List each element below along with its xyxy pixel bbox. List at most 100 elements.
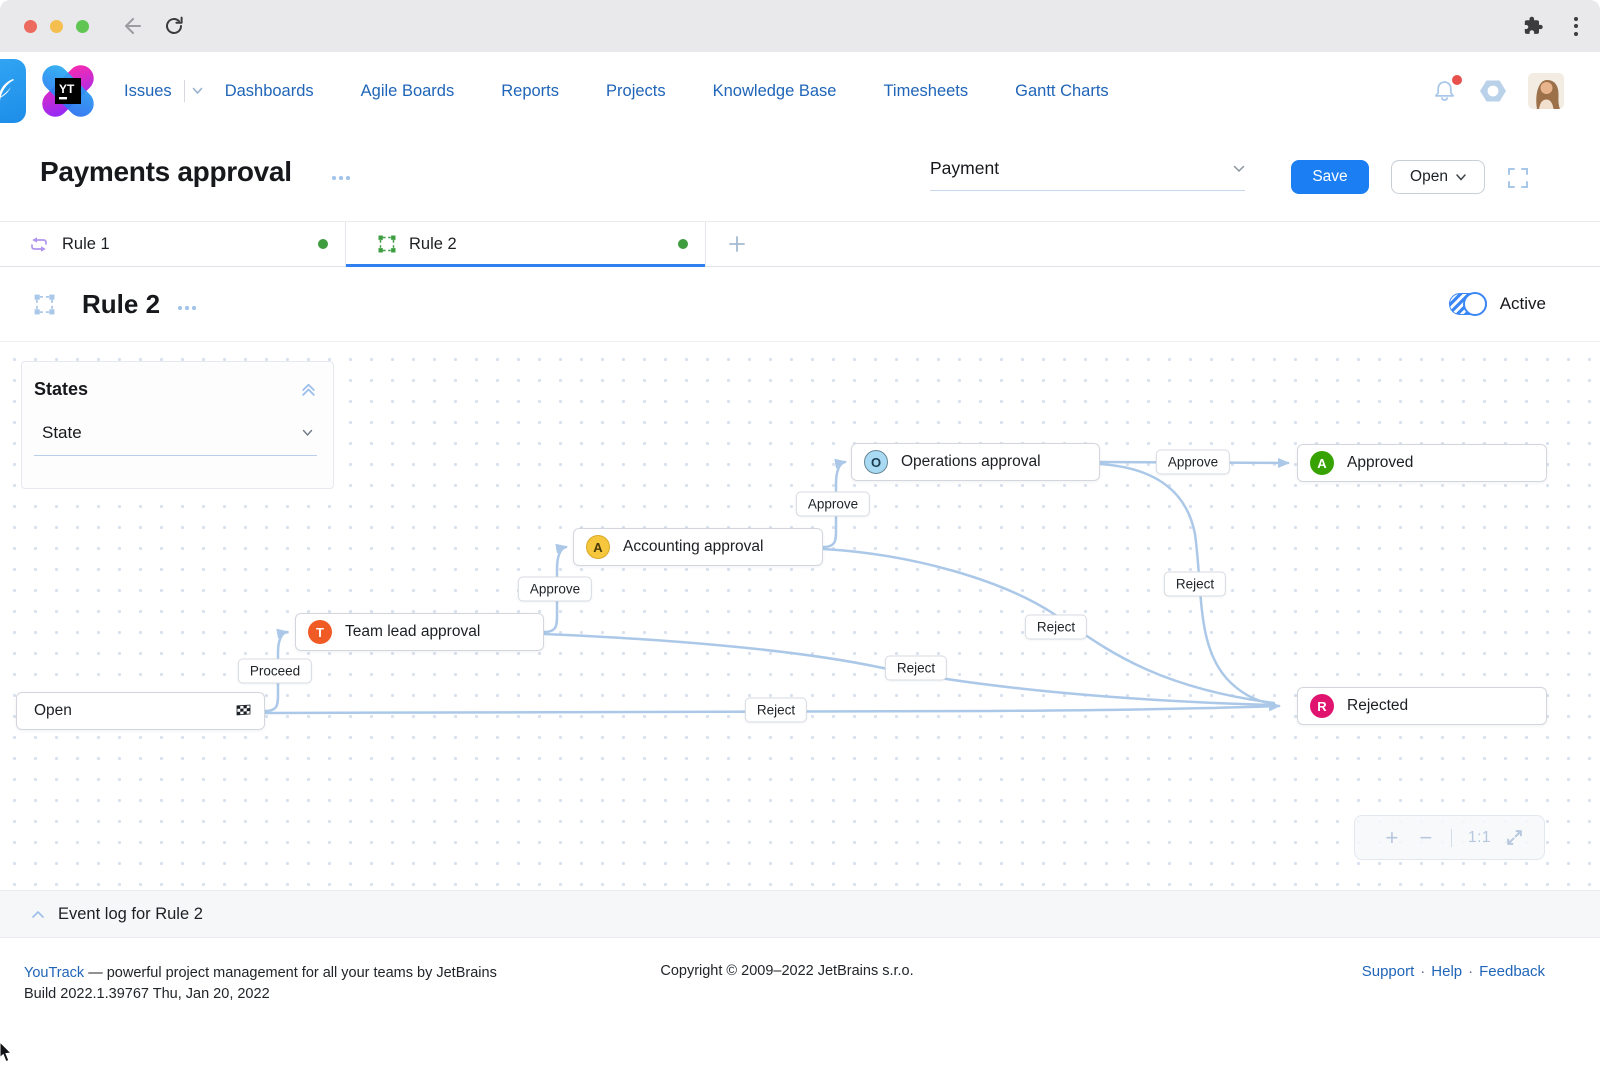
footer-tagline-text: — powerful project management for all yo… [84,965,497,981]
edge-label-approve-3[interactable]: Approve [1155,449,1231,475]
rule-title: Rule 2 [82,288,161,319]
states-panel-title: States [34,379,89,399]
swap-arrows-icon [29,236,49,253]
edge-label-reject-2[interactable]: Reject [1024,614,1088,640]
workflow-canvas[interactable]: States State O Operations approval A Acc… [0,342,1600,890]
nav-item-dashboards[interactable]: Dashboards [225,82,314,101]
feedback-link[interactable]: Feedback [1479,963,1545,980]
tab-rule-1-label: Rule 1 [62,234,110,253]
project-select[interactable]: Payment [930,158,1245,191]
collapse-panel-icon[interactable] [300,381,317,398]
zoom-out-button[interactable]: − [1409,826,1443,849]
select-chevron-icon [302,429,313,437]
youtrack-link[interactable]: YouTrack [24,965,84,981]
nav-item-knowledge-base[interactable]: Knowledge Base [713,82,837,101]
save-button[interactable]: Save [1291,160,1369,194]
rule-section-header: Rule 2 Active [0,267,1600,342]
help-link[interactable]: Help [1431,963,1462,980]
edge-label-proceed[interactable]: Proceed [237,658,313,684]
edge-label-reject-1[interactable]: Reject [1163,571,1227,597]
open-button-label: Open [1410,168,1448,185]
node-label: Approved [1347,454,1414,471]
node-operations-approval[interactable]: O Operations approval [851,443,1100,481]
project-select-value: Payment [930,158,1000,178]
issues-dropdown-chevron-icon[interactable] [192,87,203,95]
event-log-label: Event log for Rule 2 [58,904,203,923]
collapse-chevron-icon[interactable] [30,909,46,920]
nav-item-reports[interactable]: Reports [501,82,559,101]
state-select[interactable]: State [34,423,317,456]
node-label: Accounting approval [623,538,764,555]
footer-build-info: Build 2022.1.39767 Thu, Jan 20, 2022 [24,986,270,1002]
marquee-selection-icon [378,235,396,253]
active-tab-indicator [346,264,705,267]
nav-item-issues[interactable]: Issues [124,82,172,101]
workflow-title: Payments approval [40,156,292,187]
tab-rule-2-label: Rule 2 [409,234,457,253]
open-chevron-icon [1456,173,1466,181]
link-separator: · [1420,963,1426,980]
edge-label-approve-1[interactable]: Approve [517,576,593,602]
event-log-toggle-row[interactable]: Event log for Rule 2 [0,890,1600,938]
top-navbar: YT Issues Dashboards Agile Boards Report… [0,52,1600,130]
tab-rule-1[interactable]: Rule 1 [0,222,346,266]
node-team-lead-approval[interactable]: T Team lead approval [295,613,544,651]
tab-rule-2[interactable]: Rule 2 [346,222,706,267]
edge-label-reject-4[interactable]: Reject [744,697,808,723]
node-accounting-approval[interactable]: A Accounting approval [573,528,823,566]
edge-label-approve-2[interactable]: Approve [795,491,871,517]
node-rejected[interactable]: R Rejected [1297,687,1547,725]
state-badge: A [586,535,610,559]
nav-item-gantt-charts[interactable]: Gantt Charts [1015,82,1109,101]
node-label: Open [34,702,72,719]
state-select-value: State [42,423,82,442]
toggle-knob [1462,292,1487,316]
add-rule-button[interactable] [714,222,760,266]
page-footer: YouTrack — powerful project management f… [0,938,1600,1066]
rule-tabs: Rule 1 Rule 2 [0,221,1600,267]
settings-hexagon-icon[interactable] [1478,76,1508,106]
browser-chrome [0,0,1600,52]
user-avatar[interactable] [1528,73,1564,109]
rule-more-options-icon[interactable] [178,306,196,310]
footer-links: Support · Help · Feedback [1362,963,1545,980]
zoom-in-button[interactable]: + [1375,826,1409,849]
rule-status-label: Active [1499,294,1546,313]
notifications-bell-icon[interactable] [1431,74,1462,105]
initial-state-flag-icon [236,704,251,718]
workflow-more-options-icon[interactable] [332,176,350,180]
browser-back-icon[interactable] [121,15,143,37]
svg-text:YT: YT [59,82,75,96]
window-controls [24,19,89,33]
canvas-zoom-controls: + − 1:1 [1354,815,1545,860]
edge-label-reject-3[interactable]: Reject [884,655,948,681]
close-window-button[interactable] [24,19,37,33]
footer-tagline: YouTrack — powerful project management f… [24,963,524,1005]
states-panel: States State [21,361,334,489]
support-link[interactable]: Support [1362,963,1415,980]
extensions-puzzle-icon[interactable] [1522,15,1544,37]
youtrack-logo[interactable]: YT [40,63,96,119]
footer-copyright: Copyright © 2009–2022 JetBrains s.r.o. [660,963,914,979]
tab-rule-1-active-dot [318,239,328,249]
tab-rule-2-active-dot [678,239,688,249]
nav-item-agile-boards[interactable]: Agile Boards [361,82,455,101]
maximize-window-button[interactable] [76,19,89,33]
notification-badge [1452,74,1462,85]
browser-menu-icon[interactable] [1574,16,1578,36]
fit-to-screen-icon[interactable] [1505,828,1524,847]
node-label: Operations approval [901,453,1041,470]
fullscreen-icon[interactable] [1506,166,1530,195]
node-open[interactable]: Open [16,692,265,730]
minimize-window-button[interactable] [50,19,63,33]
browser-reload-icon[interactable] [163,15,185,37]
rule-active-toggle[interactable] [1448,292,1487,316]
open-button[interactable]: Open [1391,160,1485,194]
node-approved[interactable]: A Approved [1297,444,1547,482]
state-badge: T [308,620,332,644]
nav-item-projects[interactable]: Projects [606,82,666,101]
nav-item-timesheets[interactable]: Timesheets [883,82,968,101]
zoom-ratio-button[interactable]: 1:1 [1468,829,1491,847]
feather-app-icon[interactable] [0,59,26,123]
state-badge: A [1310,451,1334,475]
